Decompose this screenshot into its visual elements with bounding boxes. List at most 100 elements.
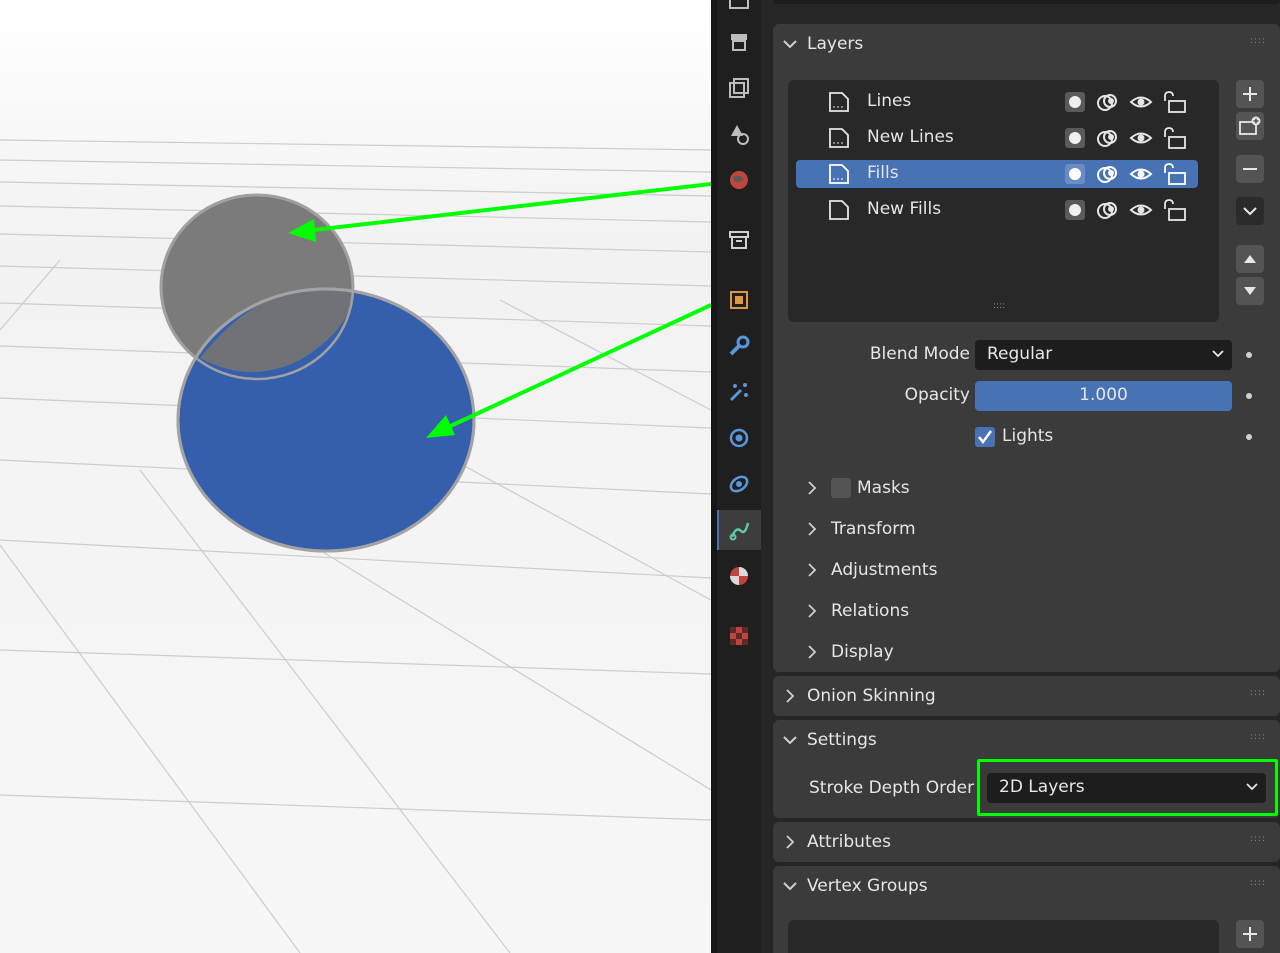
layer-name: Fills xyxy=(867,163,899,183)
onion-skin-icon[interactable] xyxy=(1096,127,1120,149)
tab-material[interactable] xyxy=(717,556,761,596)
material-sphere-icon xyxy=(730,567,748,585)
settings-panel-header[interactable]: Settings :::: xyxy=(773,720,1280,760)
add-layer-button[interactable] xyxy=(1236,80,1264,108)
transform-subpanel-header[interactable]: Transform xyxy=(807,512,916,546)
vertex-groups-header[interactable]: Vertex Groups :::: xyxy=(773,866,1280,906)
adjustments-subpanel-header[interactable]: Adjustments xyxy=(807,553,937,587)
chevron-right-icon xyxy=(807,644,831,660)
tab-world[interactable] xyxy=(717,160,761,200)
drag-grip-icon[interactable]: :::: xyxy=(1250,733,1266,742)
tab-output[interactable] xyxy=(717,22,761,62)
opacity-label: Opacity xyxy=(904,385,970,405)
tab-physics[interactable] xyxy=(717,418,761,458)
unlock-icon[interactable] xyxy=(1162,91,1188,113)
eye-icon[interactable] xyxy=(1129,163,1153,185)
display-subpanel-header[interactable]: Display xyxy=(807,635,894,669)
lights-checkbox[interactable] xyxy=(975,427,995,447)
move-layer-down-button[interactable] xyxy=(1236,277,1264,305)
layer-row-new-lines[interactable]: New Lines xyxy=(796,124,1198,152)
drag-grip-icon[interactable]: :::: xyxy=(1250,37,1266,46)
unlock-icon[interactable] xyxy=(1162,163,1188,185)
tab-object[interactable] xyxy=(717,280,761,320)
layer-specials-menu-button[interactable] xyxy=(1236,197,1264,225)
chevron-down-icon xyxy=(773,735,807,745)
onion-skinning-panel[interactable]: Onion Skinning :::: xyxy=(773,676,1280,716)
top-field[interactable] xyxy=(773,0,1280,4)
tab-constraints[interactable] xyxy=(717,464,761,504)
display-label: Display xyxy=(831,642,894,662)
masks-checkbox[interactable] xyxy=(831,478,851,498)
chevron-down-icon xyxy=(773,39,807,49)
add-vertex-group-button[interactable] xyxy=(1236,920,1264,948)
tab-effects[interactable] xyxy=(717,372,761,412)
list-resize-grip-icon[interactable]: :::: xyxy=(993,302,1005,311)
animate-property-dot-icon[interactable] xyxy=(1246,352,1252,358)
layer-name: New Fills xyxy=(867,199,942,219)
tab-render[interactable] xyxy=(717,0,761,22)
chevron-right-icon xyxy=(807,603,831,619)
layer-stroke-icon xyxy=(829,200,849,220)
layer-row-lines[interactable]: Lines xyxy=(796,88,1198,116)
onion-skin-icon[interactable] xyxy=(1096,199,1120,221)
relations-label: Relations xyxy=(831,601,910,621)
plus-icon xyxy=(1243,927,1257,941)
animate-property-dot-icon[interactable] xyxy=(1246,434,1252,440)
unlock-icon[interactable] xyxy=(1162,199,1188,221)
relations-subpanel-header[interactable]: Relations xyxy=(807,594,909,628)
layer-stroke-icon xyxy=(829,164,849,184)
drag-grip-icon[interactable]: :::: xyxy=(1250,689,1266,698)
layer-row-new-fills[interactable]: New Fills xyxy=(796,196,1198,224)
chevron-down-icon xyxy=(773,881,807,891)
eye-icon[interactable] xyxy=(1129,199,1153,221)
magic-wand-icon xyxy=(729,383,748,402)
masks-subpanel-header[interactable]: Masks xyxy=(807,471,910,505)
onion-skin-icon[interactable] xyxy=(1096,91,1120,113)
layer-stroke-icon xyxy=(829,128,849,148)
use-mask-dot-icon[interactable] xyxy=(1064,199,1086,221)
use-mask-dot-icon[interactable] xyxy=(1064,163,1086,185)
onion-skinning-title: Onion Skinning xyxy=(807,686,936,706)
tab-modifiers[interactable] xyxy=(717,326,761,366)
tab-collection[interactable] xyxy=(717,220,761,260)
drag-grip-icon[interactable]: :::: xyxy=(1250,835,1266,844)
properties-panel: Layers :::: Lines New Lines Fills New Fi… xyxy=(761,0,1280,953)
layers-panel-header[interactable]: Layers :::: xyxy=(773,24,1280,64)
settings-panel: Settings :::: Stroke Depth Order 2D Laye… xyxy=(773,720,1280,818)
move-layer-up-button[interactable] xyxy=(1236,245,1264,273)
vertex-groups-list[interactable] xyxy=(788,920,1219,953)
stroke-depth-order-dropdown[interactable]: 2D Layers xyxy=(987,773,1266,803)
3d-viewport[interactable] xyxy=(0,0,711,953)
use-mask-dot-icon[interactable] xyxy=(1064,127,1086,149)
chevron-right-icon xyxy=(807,521,831,537)
tab-scene[interactable] xyxy=(717,114,761,154)
chevron-right-icon xyxy=(807,480,831,496)
render-icon xyxy=(729,0,749,9)
attributes-panel[interactable]: Attributes :::: xyxy=(773,822,1280,862)
tab-object-data[interactable] xyxy=(717,510,761,550)
vertex-groups-panel: Vertex Groups :::: xyxy=(773,866,1280,953)
viewport-canvas xyxy=(0,0,711,953)
grease-pencil-stroke-icon xyxy=(729,522,750,541)
use-mask-dot-icon[interactable] xyxy=(1064,91,1086,113)
add-layer-group-button[interactable] xyxy=(1236,112,1264,140)
drag-grip-icon[interactable]: :::: xyxy=(1250,879,1266,888)
checkmark-icon xyxy=(978,430,993,445)
lights-label: Lights xyxy=(1002,426,1054,446)
layers-list[interactable]: Lines New Lines Fills New Fills:::: xyxy=(788,80,1219,322)
tab-texture[interactable] xyxy=(717,616,761,656)
vertex-groups-title: Vertex Groups xyxy=(807,876,928,896)
chevron-down-icon xyxy=(1212,350,1224,358)
onion-skin-icon[interactable] xyxy=(1096,163,1120,185)
tab-view-layer[interactable] xyxy=(717,68,761,108)
blend-mode-dropdown[interactable]: Regular xyxy=(975,340,1232,370)
animate-property-dot-icon[interactable] xyxy=(1246,393,1252,399)
image-stack-icon xyxy=(729,78,749,98)
layer-row-fills[interactable]: Fills xyxy=(796,160,1198,188)
opacity-slider[interactable]: 1.000 xyxy=(975,381,1232,411)
blend-mode-label: Blend Mode xyxy=(869,344,970,364)
unlock-icon[interactable] xyxy=(1162,127,1188,149)
eye-icon[interactable] xyxy=(1129,91,1153,113)
remove-layer-button[interactable] xyxy=(1236,155,1264,183)
eye-icon[interactable] xyxy=(1129,127,1153,149)
